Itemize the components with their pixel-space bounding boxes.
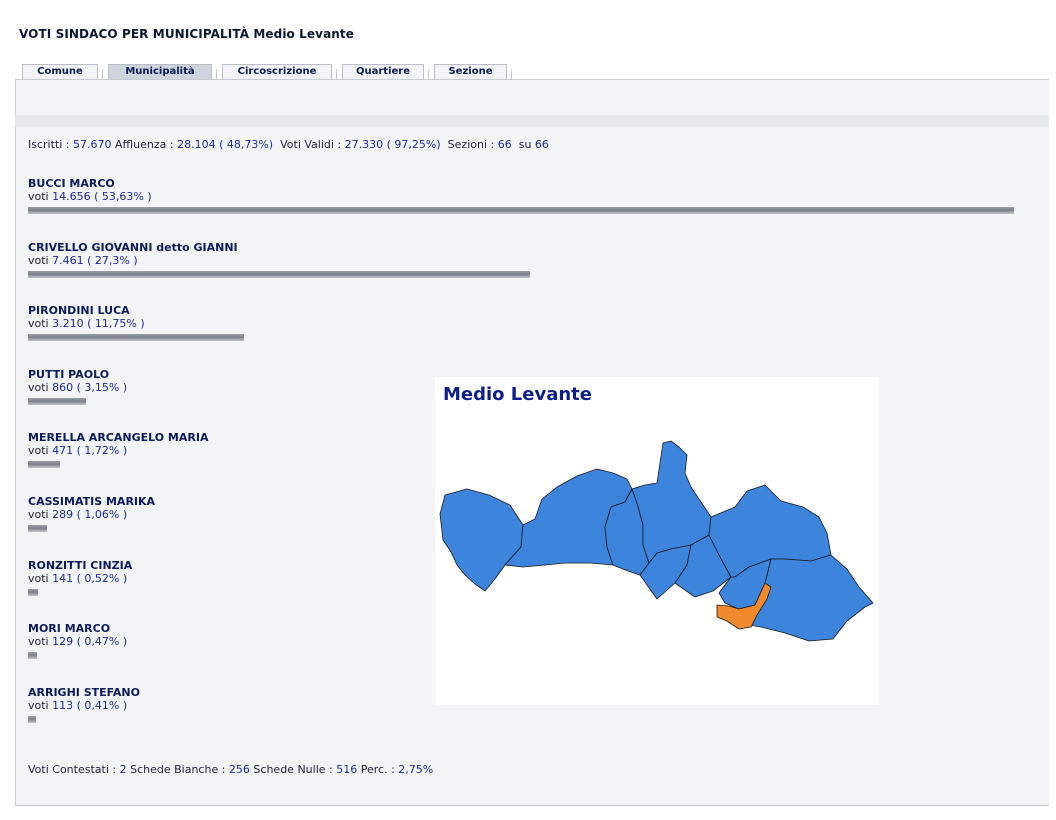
iscritti-value: 57.670 [73, 138, 112, 151]
turnout-stats: Iscritti : 57.670 Affluenza : 28.104 ( 4… [28, 138, 549, 151]
votes-value: 129 ( 0,47% ) [52, 635, 128, 648]
vote-share-bar [28, 271, 530, 278]
votes-label: voti [28, 254, 49, 267]
tab-sezione[interactable]: Sezione [434, 64, 512, 80]
candidate-votes: voti 3.210 ( 11,75% ) [28, 317, 145, 330]
votes-label: voti [28, 635, 49, 648]
candidate-row: CRIVELLO GIOVANNI detto GIANNI voti 7.461… [28, 241, 530, 278]
votes-value: 7.461 ( 27,3% ) [52, 254, 138, 267]
vote-share-bar [28, 652, 37, 659]
candidate-name: RONZITTI CINZIA [28, 559, 133, 572]
votes-value: 289 ( 1,06% ) [52, 508, 128, 521]
candidate-name: ARRIGHI STEFANO [28, 686, 140, 699]
tab-comune[interactable]: Comune [22, 64, 103, 80]
candidate-votes: voti 7.461 ( 27,3% ) [28, 254, 238, 267]
sezioni-label: Sezioni : [447, 138, 495, 151]
votes-value: 471 ( 1,72% ) [52, 444, 128, 457]
votes-label: voti [28, 381, 49, 394]
vote-share-bar [28, 716, 36, 723]
votes-value: 14.656 ( 53,63% ) [52, 190, 152, 203]
candidate-votes: voti 860 ( 3,15% ) [28, 381, 127, 394]
iscritti-label: Iscritti : [28, 138, 70, 151]
perc-value: 2,75% [398, 763, 434, 776]
candidate-name: CASSIMATIS MARIKA [28, 495, 156, 508]
validi-value: 27.330 ( 97,25%) [344, 138, 441, 151]
candidate-votes: voti 289 ( 1,06% ) [28, 508, 155, 521]
candidate-name: CRIVELLO GIOVANNI detto GIANNI [28, 241, 238, 254]
sezioni-total: 66 [534, 138, 549, 151]
nulle-label: Schede Nulle : [253, 763, 333, 776]
candidate-votes: voti 141 ( 0,52% ) [28, 572, 132, 585]
candidate-name: PUTTI PAOLO [28, 368, 110, 381]
vote-share-bar [28, 589, 38, 596]
candidate-name: MERELLA ARCANGELO MARIA [28, 431, 209, 444]
votes-label: voti [28, 190, 49, 203]
validi-label: Voti Validi : [280, 138, 342, 151]
ballot-summary: Voti Contestati : 2 Schede Bianche : 256… [28, 763, 433, 776]
tab-quartiere[interactable]: Quartiere [342, 64, 429, 80]
candidate-row: BUCCI MARCO voti 14.656 ( 53,63% ) [28, 177, 1014, 214]
votes-value: 860 ( 3,15% ) [52, 381, 128, 394]
bianche-label: Schede Bianche : [130, 763, 226, 776]
candidate-name: MORI MARCO [28, 622, 111, 635]
bianche-value: 256 [228, 763, 250, 776]
candidate-votes: voti 113 ( 0,41% ) [28, 699, 140, 712]
candidate-row: RONZITTI CINZIA voti 141 ( 0,52% ) [28, 559, 133, 596]
map-region-ponente [439, 488, 524, 592]
tab-municipalita[interactable]: Municipalità [108, 64, 217, 80]
candidate-name: PIRONDINI LUCA [28, 304, 130, 317]
candidate-row: MERELLA ARCANGELO MARIA voti 471 ( 1,72% … [28, 431, 209, 468]
candidate-row: PIRONDINI LUCA voti 3.210 ( 11,75% ) [28, 304, 244, 341]
votes-label: voti [28, 699, 49, 712]
tab-circoscrizione[interactable]: Circoscrizione [222, 64, 337, 80]
votes-value: 113 ( 0,41% ) [52, 699, 128, 712]
municipality-map-panel: Medio Levante [435, 377, 879, 705]
perc-label: Perc. : [360, 763, 395, 776]
candidate-row: PUTTI PAOLO voti 860 ( 3,15% ) [28, 368, 127, 405]
candidate-votes: voti 129 ( 0,47% ) [28, 635, 127, 648]
contestati-label: Voti Contestati : [28, 763, 117, 776]
candidate-row: MORI MARCO voti 129 ( 0,47% ) [28, 622, 127, 659]
votes-label: voti [28, 572, 49, 585]
candidate-name: BUCCI MARCO [28, 177, 115, 190]
contestati-value: 2 [119, 763, 127, 776]
vote-share-bar [28, 207, 1014, 214]
vote-share-bar [28, 398, 86, 405]
votes-label: voti [28, 444, 49, 457]
page-title: VOTI SINDACO PER MUNICIPALITÀ Medio Leva… [19, 27, 355, 41]
votes-value: 3.210 ( 11,75% ) [52, 317, 145, 330]
header-separator [15, 115, 1049, 127]
votes-value: 141 ( 0,52% ) [52, 572, 128, 585]
vote-share-bar [28, 461, 60, 468]
vote-share-bar [28, 334, 244, 341]
sezioni-value: 66 [497, 138, 512, 151]
affluenza-value: 28.104 ( 48,73%) [177, 138, 274, 151]
municipality-map [439, 440, 874, 642]
candidate-row: CASSIMATIS MARIKA voti 289 ( 1,06% ) [28, 495, 156, 532]
vote-share-bar [28, 525, 47, 532]
nulle-value: 516 [336, 763, 358, 776]
votes-label: voti [28, 508, 49, 521]
sezioni-su-label: su [518, 138, 532, 151]
affluenza-label: Affluenza : [115, 138, 174, 151]
votes-label: voti [28, 317, 49, 330]
candidate-row: ARRIGHI STEFANO voti 113 ( 0,41% ) [28, 686, 140, 723]
genova-map [439, 440, 874, 642]
candidate-votes: voti 471 ( 1,72% ) [28, 444, 208, 457]
candidate-votes: voti 14.656 ( 53,63% ) [28, 190, 152, 203]
